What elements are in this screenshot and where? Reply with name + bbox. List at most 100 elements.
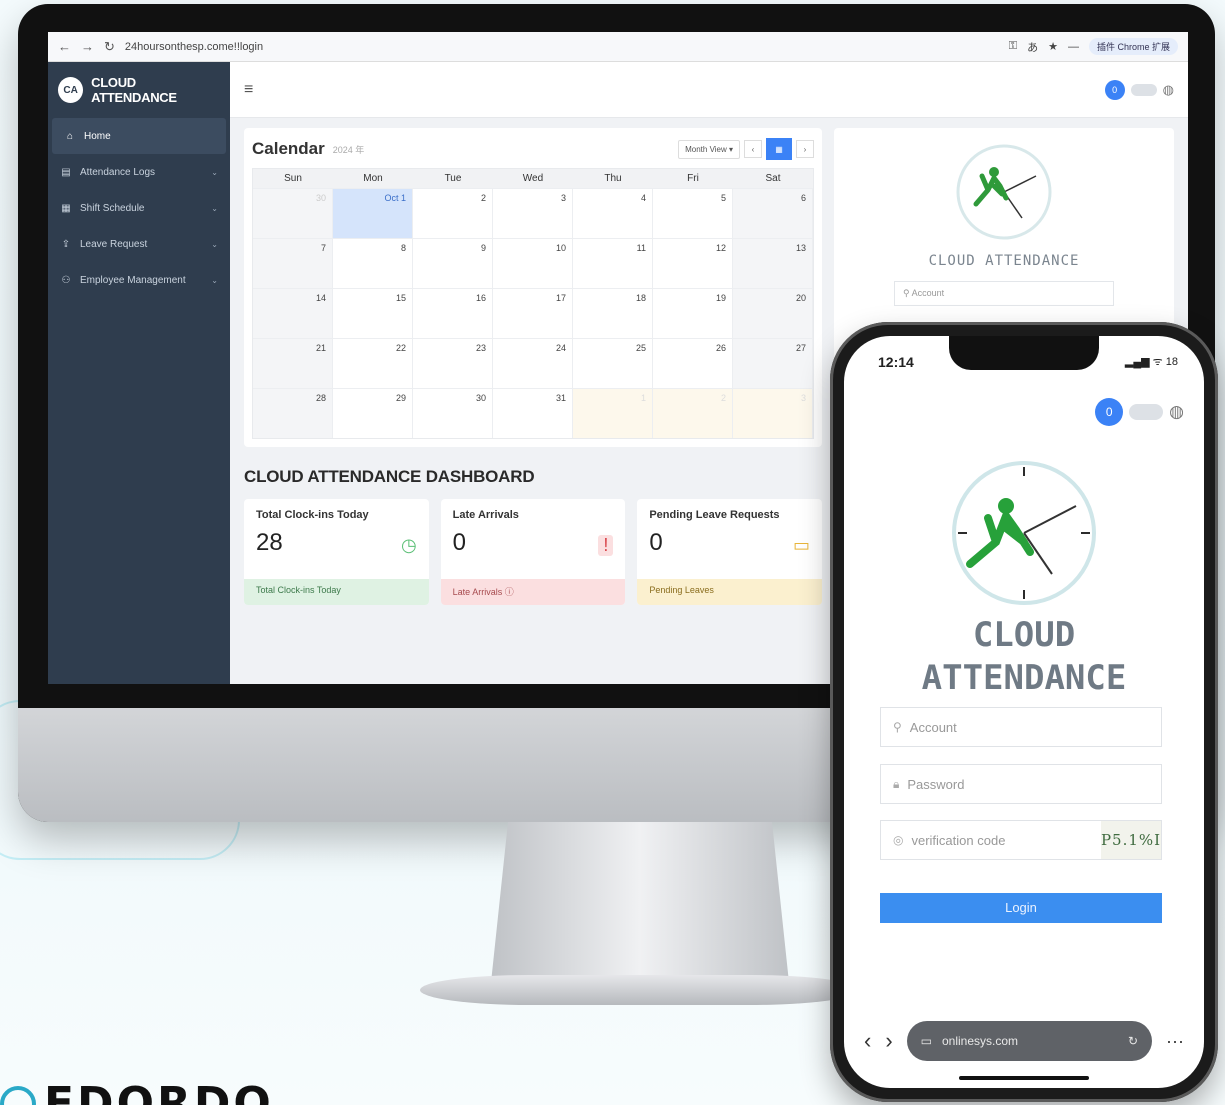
theme-toggle[interactable] <box>1129 404 1164 420</box>
next-month-button[interactable]: › <box>796 140 814 158</box>
stats-row: Total Clock-ins Today 28 ◷ Total Clock-i… <box>244 499 823 605</box>
reload-icon[interactable]: ↻ <box>104 39 115 55</box>
calendar-day-cell[interactable]: 17 <box>493 288 573 338</box>
calendar-day-header: Fri <box>653 169 733 188</box>
alert-icon: ! <box>598 535 614 556</box>
calendar-day-cell[interactable]: 27 <box>733 338 813 388</box>
calendar-day-cell[interactable]: 4 <box>573 188 653 238</box>
translate-icon[interactable]: あ <box>1027 39 1038 55</box>
menu-icon[interactable]: ≡ <box>244 81 253 99</box>
account-input[interactable]: ⚲ Account <box>894 281 1114 306</box>
stat-value: 28 <box>256 529 283 556</box>
account-field[interactable]: ⚲ Account <box>880 707 1162 747</box>
calendar-day-cell[interactable]: 25 <box>573 338 653 388</box>
corner-brand-text: EDORDO <box>44 1078 274 1105</box>
forward-icon[interactable]: → <box>81 39 94 54</box>
avatar[interactable]: 0 <box>1104 79 1125 100</box>
calendar-day-cell[interactable]: 18 <box>573 288 653 338</box>
calendar-day-cell[interactable]: 3 <box>733 388 813 438</box>
lock-icon: 🔒︎ <box>893 776 900 791</box>
calendar-day-cell[interactable]: 15 <box>333 288 413 338</box>
calendar-day-cell[interactable]: 7 <box>253 238 333 288</box>
back-icon[interactable]: ← <box>58 39 71 54</box>
verification-placeholder: verification code <box>911 832 1006 848</box>
password-field[interactable]: 🔒︎ Password <box>880 764 1162 804</box>
calendar-day-cell[interactable]: 24 <box>493 338 573 388</box>
calendar-day-cell[interactable]: 23 <box>413 338 493 388</box>
theme-toggle[interactable] <box>1130 83 1157 96</box>
sidebar-item-label: Employee Management <box>80 274 186 286</box>
calendar-day-cell[interactable]: 28 <box>253 388 333 438</box>
verification-field[interactable]: ◎ verification code P5.1%I <box>880 820 1162 860</box>
calendar-day-cell[interactable]: 5 <box>653 188 733 238</box>
calendar-day-cell[interactable]: 2 <box>413 188 493 238</box>
prev-month-button[interactable]: ‹ <box>744 140 762 158</box>
phone-app-title: CLOUD ATTENDANCE <box>844 614 1204 700</box>
calendar-day-cell[interactable]: 8 <box>333 238 413 288</box>
sidebar-item-label: Attendance Logs <box>80 166 156 178</box>
calendar-day-cell[interactable]: 22 <box>333 338 413 388</box>
tabs-icon[interactable]: ▭ <box>921 1034 932 1048</box>
star-icon[interactable]: ★ <box>1048 40 1058 53</box>
brand: CA CLOUD ATTENDANCE <box>48 62 230 118</box>
sidebar-item-home[interactable]: ⌂ Home <box>52 118 226 154</box>
calendar-day-cell[interactable]: 31 <box>493 388 573 438</box>
extension-button[interactable]: 插件 Chrome 扩展 <box>1088 38 1178 55</box>
calendar-title: Calendar <box>252 139 325 158</box>
calendar-day-cell[interactable]: 6 <box>733 188 813 238</box>
address-bar[interactable]: 24hoursonthesp.come!!login <box>125 41 999 53</box>
user-icon: ⚲ <box>893 720 902 734</box>
key-icon[interactable]: ⚿ <box>1009 40 1017 53</box>
calendar-day-cell[interactable]: 12 <box>653 238 733 288</box>
mobile-phone: 12:14 ▂▄▆ ᯤ 18 0 ◍ CLOUD ATTENDANCE ⚲ Ac… <box>830 322 1218 1102</box>
calendar-day-cell[interactable]: 29 <box>333 388 413 438</box>
calendar-day-cell[interactable]: 1 <box>573 388 653 438</box>
phone-screen: 12:14 ▂▄▆ ᯤ 18 0 ◍ CLOUD ATTENDANCE ⚲ Ac… <box>844 336 1204 1088</box>
calendar-day-cell[interactable]: 16 <box>413 288 493 338</box>
login-button[interactable]: Login <box>880 893 1162 923</box>
shield-icon: ◎ <box>893 833 904 847</box>
calendar-day-cell[interactable]: 11 <box>573 238 653 288</box>
stat-label: Pending Leave Requests <box>649 509 780 521</box>
monitor-stand-base <box>420 975 860 1005</box>
calendar-view-select[interactable]: Month View ▾ <box>678 139 740 159</box>
title-line-1: CLOUD <box>972 615 1076 655</box>
calendar-day-cell[interactable]: 3 <box>493 188 573 238</box>
today-button[interactable]: ▦ <box>766 138 792 160</box>
calendar-day-cell[interactable]: 21 <box>253 338 333 388</box>
home-icon: ⌂ <box>66 130 74 142</box>
calendar-day-cell[interactable]: 20 <box>733 288 813 338</box>
sidebar-item-attendance-logs[interactable]: ▤ Attendance Logs ⌄ <box>48 154 230 190</box>
address-bar[interactable]: ▭ onlinesys.com ↻ <box>906 1021 1153 1061</box>
topbar: ≡ 0 ◍ <box>230 62 1188 118</box>
calendar-day-cell[interactable]: 2 <box>653 388 733 438</box>
calendar-day-cell[interactable]: 26 <box>653 338 733 388</box>
sidebar-item-shift-schedule[interactable]: ▦ Shift Schedule ⌄ <box>48 190 230 226</box>
avatar[interactable]: 0 <box>1095 398 1124 426</box>
url-label: onlinesys.com <box>942 1034 1019 1048</box>
calendar-day-cell[interactable]: 10 <box>493 238 573 288</box>
globe-icon[interactable]: ◍ <box>1163 82 1174 98</box>
calendar-day-cell[interactable]: 19 <box>653 288 733 338</box>
back-icon[interactable]: ‹ <box>864 1028 871 1054</box>
reload-icon[interactable]: ↻ <box>1128 1034 1138 1048</box>
calendar-day-cell[interactable]: 30 <box>253 188 333 238</box>
calendar-day-cell[interactable]: 30 <box>413 388 493 438</box>
title-line-2: ATTENDANCE <box>921 658 1127 698</box>
sidebar-item-employee-management[interactable]: ⚇ Employee Management ⌄ <box>48 262 230 298</box>
sidebar-item-leave-request[interactable]: ⇪ Leave Request ⌄ <box>48 226 230 262</box>
calendar-day-cell[interactable]: Oct 1 <box>333 188 413 238</box>
account-placeholder: Account <box>911 288 945 298</box>
safari-bottom-bar: ‹ › ▭ onlinesys.com ↻ ··· <box>864 1021 1184 1061</box>
calendar-day-cell[interactable]: 9 <box>413 238 493 288</box>
captcha-image[interactable]: P5.1%I <box>1101 821 1161 859</box>
separator: — <box>1067 40 1079 53</box>
calendar-day-cell[interactable]: 14 <box>253 288 333 338</box>
calendar-day-header: Thu <box>573 169 653 188</box>
globe-icon[interactable]: ◍ <box>1169 402 1184 422</box>
calendar-day-cell[interactable]: 13 <box>733 238 813 288</box>
forward-icon[interactable]: › <box>885 1028 892 1054</box>
more-icon[interactable]: ··· <box>1166 1031 1184 1052</box>
sidebar-item-label: Home <box>84 130 111 142</box>
stat-label: Total Clock-ins Today <box>256 509 369 521</box>
